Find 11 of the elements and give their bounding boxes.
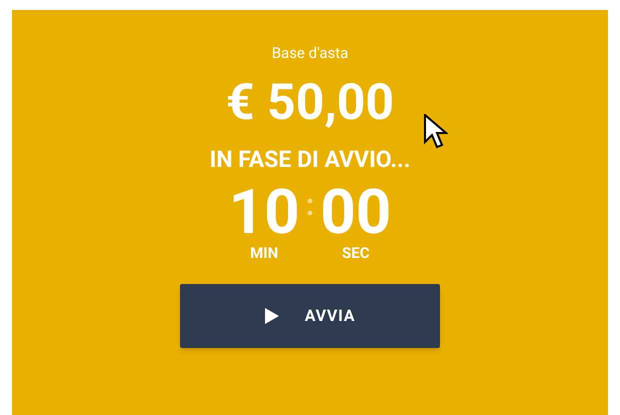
- minutes-value: 10: [228, 182, 300, 244]
- seconds-value: 00: [320, 182, 392, 244]
- status-text: IN FASE DI AVVIO...: [210, 146, 410, 174]
- start-button[interactable]: AVVIA: [180, 284, 440, 348]
- minutes-label: MIN: [250, 244, 278, 262]
- play-icon: [264, 308, 279, 324]
- mouse-cursor-icon: [424, 114, 448, 150]
- base-price-label: Base d'asta: [272, 44, 348, 62]
- price: € 50,00: [226, 76, 394, 130]
- time-separator: :: [306, 188, 314, 224]
- seconds-label: SEC: [342, 244, 370, 262]
